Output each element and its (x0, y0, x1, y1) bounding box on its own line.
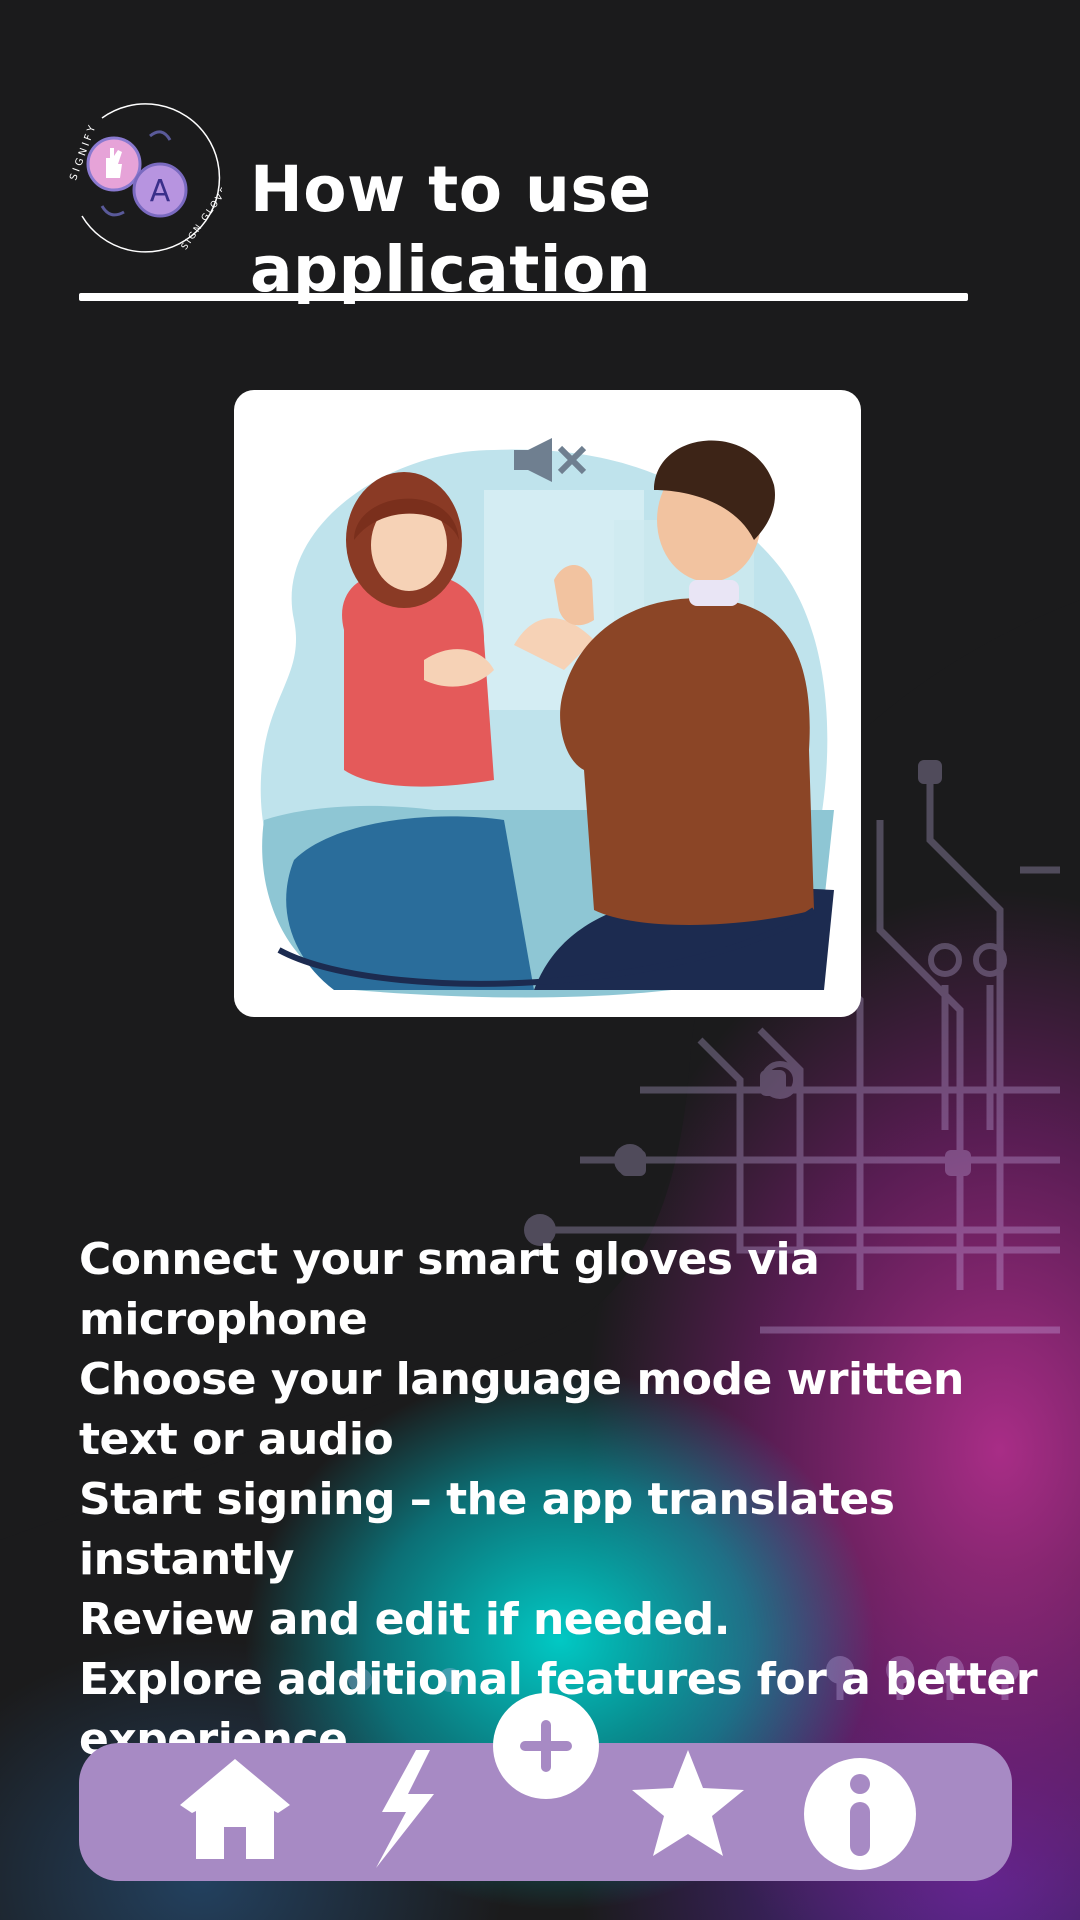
illustration-card (234, 390, 861, 1017)
instruction-item: Choose your language mode written text o… (79, 1354, 964, 1465)
nav-lightning-button[interactable] (368, 1748, 442, 1870)
lightning-icon (376, 1750, 434, 1868)
app-logo: A SIGNIFY SIGN GLOVE (62, 98, 231, 258)
svg-text:A: A (150, 174, 171, 209)
nav-info-button[interactable] (802, 1756, 918, 1872)
page-title: How to use application (250, 153, 652, 306)
add-button[interactable] (493, 1693, 599, 1799)
info-icon (804, 1758, 916, 1870)
instruction-item: Start signing – the app translates insta… (79, 1474, 895, 1585)
sign-language-illustration (260, 438, 834, 998)
nav-home-button[interactable] (176, 1755, 294, 1865)
star-icon (632, 1750, 744, 1856)
home-icon (180, 1759, 290, 1859)
instructions-list: Connect your smart gloves via microphone… (79, 1230, 1069, 1770)
nav-favorites-button[interactable] (630, 1748, 746, 1860)
title-divider (79, 293, 968, 301)
plus-icon (520, 1720, 572, 1772)
instruction-item: Connect your smart gloves via microphone (79, 1234, 820, 1345)
instruction-item: Review and edit if needed. (79, 1594, 731, 1645)
